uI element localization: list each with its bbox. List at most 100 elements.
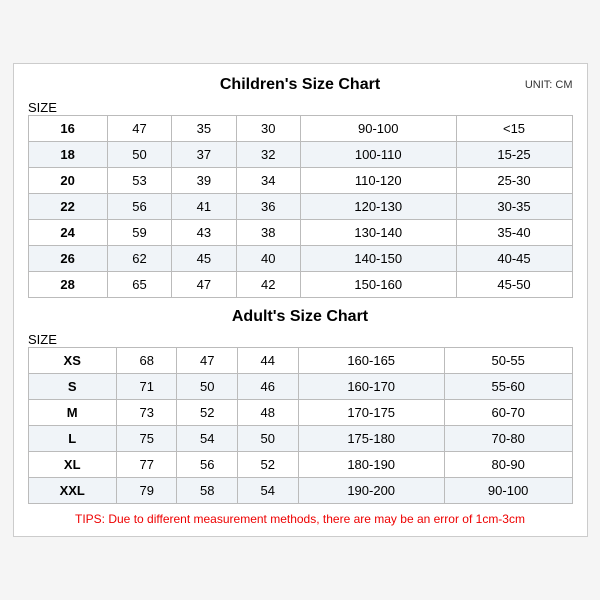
adult-size-table: SIZE XS684744160-16550-55S715046160-1705… bbox=[28, 332, 573, 504]
table-cell: 20 bbox=[28, 168, 107, 194]
table-cell: 18 bbox=[28, 142, 107, 168]
table-row: 28654742150-16045-50 bbox=[28, 272, 572, 298]
table-cell: 34 bbox=[236, 168, 300, 194]
table-row: 22564136120-13030-35 bbox=[28, 194, 572, 220]
table-cell: 60-70 bbox=[444, 400, 572, 426]
table-cell: XXL bbox=[28, 478, 116, 504]
table-cell: 150-160 bbox=[300, 272, 456, 298]
table-cell: XS bbox=[28, 348, 116, 374]
table-cell: 24 bbox=[28, 220, 107, 246]
table-cell: 15-25 bbox=[456, 142, 572, 168]
table-cell: 100-110 bbox=[300, 142, 456, 168]
table-row: XL775652180-19080-90 bbox=[28, 452, 572, 478]
table-cell: 160-170 bbox=[298, 374, 444, 400]
table-cell: 50-55 bbox=[444, 348, 572, 374]
table-cell: 30-35 bbox=[456, 194, 572, 220]
table-cell: 22 bbox=[28, 194, 107, 220]
table-cell: 58 bbox=[177, 478, 238, 504]
table-cell: 32 bbox=[236, 142, 300, 168]
table-cell: 79 bbox=[116, 478, 177, 504]
table-cell: M bbox=[28, 400, 116, 426]
table-row: XS684744160-16550-55 bbox=[28, 348, 572, 374]
table-cell: 80-90 bbox=[444, 452, 572, 478]
table-cell: 54 bbox=[238, 478, 299, 504]
table-cell: 47 bbox=[107, 116, 171, 142]
table-cell: 28 bbox=[28, 272, 107, 298]
table-row: 26624540140-15040-45 bbox=[28, 246, 572, 272]
table-cell: 46 bbox=[238, 374, 299, 400]
tips-text: TIPS: Due to different measurement metho… bbox=[28, 512, 573, 526]
table-cell: 130-140 bbox=[300, 220, 456, 246]
table-cell: 175-180 bbox=[298, 426, 444, 452]
table-cell: 170-175 bbox=[298, 400, 444, 426]
table-cell: 41 bbox=[172, 194, 236, 220]
table-cell: 47 bbox=[177, 348, 238, 374]
table-cell: 73 bbox=[116, 400, 177, 426]
children-title-row: Children's Size Chart UNIT: CM bbox=[28, 76, 573, 94]
table-cell: 56 bbox=[107, 194, 171, 220]
table-cell: 48 bbox=[238, 400, 299, 426]
table-cell: 120-130 bbox=[300, 194, 456, 220]
table-cell: 50 bbox=[107, 142, 171, 168]
table-cell: 35-40 bbox=[456, 220, 572, 246]
table-cell: 52 bbox=[177, 400, 238, 426]
table-cell: 39 bbox=[172, 168, 236, 194]
table-row: 20533934110-12025-30 bbox=[28, 168, 572, 194]
table-cell: 16 bbox=[28, 116, 107, 142]
table-row: 24594338130-14035-40 bbox=[28, 220, 572, 246]
table-cell: S bbox=[28, 374, 116, 400]
table-cell: 55-60 bbox=[444, 374, 572, 400]
table-cell: 37 bbox=[172, 142, 236, 168]
children-size-table: SIZE 1647353090-100<1518503732100-11015-… bbox=[28, 100, 573, 298]
table-cell: 75 bbox=[116, 426, 177, 452]
table-cell: 65 bbox=[107, 272, 171, 298]
size-chart-container: Children's Size Chart UNIT: CM SIZE 1647… bbox=[13, 63, 588, 537]
adult-title-row: Adult's Size Chart bbox=[28, 308, 573, 326]
table-cell: 47 bbox=[172, 272, 236, 298]
table-cell: 45 bbox=[172, 246, 236, 272]
table-cell: 40-45 bbox=[456, 246, 572, 272]
table-cell: 42 bbox=[236, 272, 300, 298]
table-cell: XL bbox=[28, 452, 116, 478]
table-cell: 90-100 bbox=[444, 478, 572, 504]
table-cell: 36 bbox=[236, 194, 300, 220]
table-cell: L bbox=[28, 426, 116, 452]
table-cell: 45-50 bbox=[456, 272, 572, 298]
table-cell: 56 bbox=[177, 452, 238, 478]
table-cell: 110-120 bbox=[300, 168, 456, 194]
table-cell: 77 bbox=[116, 452, 177, 478]
table-cell: 62 bbox=[107, 246, 171, 272]
table-cell: 53 bbox=[107, 168, 171, 194]
table-row: XXL795854190-20090-100 bbox=[28, 478, 572, 504]
table-cell: 25-30 bbox=[456, 168, 572, 194]
children-chart-title: Children's Size Chart bbox=[220, 76, 380, 94]
table-cell: 40 bbox=[236, 246, 300, 272]
adult-header-row: SIZE bbox=[28, 332, 572, 348]
table-cell: 180-190 bbox=[298, 452, 444, 478]
table-cell: 26 bbox=[28, 246, 107, 272]
table-cell: 70-80 bbox=[444, 426, 572, 452]
table-cell: <15 bbox=[456, 116, 572, 142]
table-cell: 38 bbox=[236, 220, 300, 246]
table-row: 1647353090-100<15 bbox=[28, 116, 572, 142]
table-cell: 50 bbox=[238, 426, 299, 452]
table-cell: 59 bbox=[107, 220, 171, 246]
adult-chart-title: Adult's Size Chart bbox=[232, 308, 368, 326]
table-row: S715046160-17055-60 bbox=[28, 374, 572, 400]
table-cell: 140-150 bbox=[300, 246, 456, 272]
table-cell: 44 bbox=[238, 348, 299, 374]
table-cell: 35 bbox=[172, 116, 236, 142]
unit-label: UNIT: CM bbox=[525, 79, 573, 91]
table-cell: 90-100 bbox=[300, 116, 456, 142]
table-cell: 54 bbox=[177, 426, 238, 452]
table-row: M735248170-17560-70 bbox=[28, 400, 572, 426]
table-row: 18503732100-11015-25 bbox=[28, 142, 572, 168]
table-cell: 43 bbox=[172, 220, 236, 246]
children-header-row: SIZE bbox=[28, 100, 572, 116]
table-cell: 160-165 bbox=[298, 348, 444, 374]
table-cell: 30 bbox=[236, 116, 300, 142]
table-cell: 71 bbox=[116, 374, 177, 400]
table-row: L755450175-18070-80 bbox=[28, 426, 572, 452]
table-cell: 52 bbox=[238, 452, 299, 478]
table-cell: 68 bbox=[116, 348, 177, 374]
